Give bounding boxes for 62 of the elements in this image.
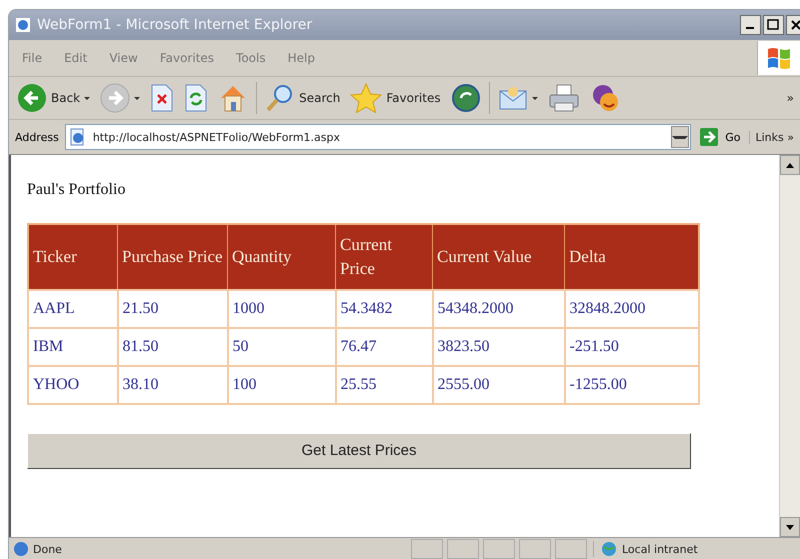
scrollbar[interactable]	[779, 155, 800, 537]
back-toolbar-button[interactable]: Back	[15, 81, 92, 115]
column-header: Current Price	[336, 224, 432, 290]
printer-icon	[548, 83, 580, 113]
star-icon	[350, 83, 382, 113]
refresh-icon	[184, 84, 208, 112]
browser-icon	[15, 17, 31, 33]
column-header: Current Value	[432, 224, 564, 290]
table-cell: 25.55	[336, 366, 432, 404]
close-button[interactable]	[786, 15, 800, 35]
table-cell: 2555.00	[432, 366, 564, 404]
status-pane	[411, 539, 443, 559]
status-pane	[483, 539, 515, 559]
minimize-icon	[746, 27, 754, 29]
table-cell: -251.50	[564, 328, 699, 366]
table-cell: 100	[228, 366, 336, 404]
column-header: Quantity	[228, 224, 336, 290]
toolbar-chevron[interactable]: »	[786, 91, 800, 105]
table-cell: 54348.2000	[432, 290, 564, 328]
status-pane	[555, 539, 587, 559]
address-label: Address	[15, 130, 59, 144]
table-cell: 81.50	[118, 328, 228, 366]
go-button[interactable]: Go	[697, 125, 742, 149]
flag-logo-icon	[766, 46, 792, 70]
stop-icon	[150, 84, 174, 112]
search-toolbar-button[interactable]: Search	[263, 81, 342, 115]
status-pane	[447, 539, 479, 559]
table-cell: 3823.50	[432, 328, 564, 366]
table-cell: AAPL	[28, 290, 118, 328]
security-zone: Local intranet	[622, 542, 698, 556]
table-cell: YHOO	[28, 366, 118, 404]
table-cell: 50	[228, 328, 336, 366]
status-pane	[519, 539, 551, 559]
table-cell: 21.50	[118, 290, 228, 328]
table-cell: 76.47	[336, 328, 432, 366]
page-heading: Paul's Portfolio	[27, 181, 126, 199]
table-cell: IBM	[28, 328, 118, 366]
table-cell: -1255.00	[564, 366, 699, 404]
forward-toolbar-button[interactable]	[98, 81, 142, 115]
caret-icon	[672, 136, 688, 138]
table-cell: 54.3482	[336, 290, 432, 328]
page-icon	[13, 541, 29, 557]
favorites-toolbar-button[interactable]: Favorites	[348, 81, 443, 115]
media-globe-icon	[450, 83, 481, 113]
envelope-icon	[498, 85, 528, 111]
address-dropdown[interactable]	[671, 126, 690, 148]
table-cell: 32848.2000	[564, 290, 699, 328]
column-header: Purchase Price	[118, 224, 228, 290]
table-cell: 38.10	[118, 366, 228, 404]
globe-icon	[600, 541, 618, 557]
column-header: Ticker	[28, 224, 118, 290]
minimize-button[interactable]	[740, 15, 761, 35]
window-title: WebForm1 - Microsoft Internet Explorer	[37, 17, 314, 33]
column-header: Delta	[564, 224, 699, 290]
get-prices-button[interactable]: Get Latest Prices	[27, 432, 691, 469]
address-field[interactable]: http://localhost/ASPNETFolio/WebForm1.aspx	[64, 124, 692, 150]
scroll-up-icon[interactable]	[786, 162, 794, 168]
status-text: Done	[33, 542, 62, 556]
table-cell: 1000	[228, 290, 336, 328]
scroll-down-icon[interactable]	[786, 524, 794, 530]
maximize-button[interactable]	[763, 15, 784, 35]
links-button[interactable]: Links »	[748, 130, 800, 144]
